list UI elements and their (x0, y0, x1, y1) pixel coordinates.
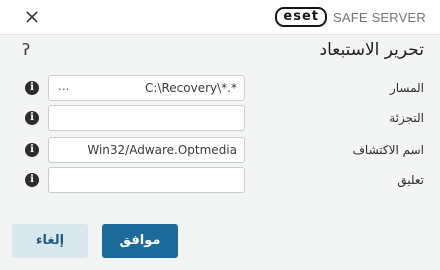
hash-label: التجزئة (389, 111, 424, 125)
eset-logo: eset (275, 7, 327, 27)
ok-button[interactable]: موافق (102, 224, 178, 258)
edit-exclusion-dialog: eset SAFE SERVER ʔ تحرير الاستبعاد i ...… (0, 0, 440, 270)
close-button[interactable] (21, 6, 43, 28)
path-field[interactable]: ... C:\Recovery\*.* (48, 75, 245, 101)
detection-name-field[interactable]: Win32/Adware.Optmedia (48, 137, 245, 163)
browse-button[interactable]: ... (58, 76, 69, 98)
comment-info-icon[interactable]: i (25, 173, 39, 187)
dialog-header: eset SAFE SERVER (0, 0, 440, 35)
brand: eset SAFE SERVER (275, 7, 426, 27)
help-question-icon[interactable]: ʔ (22, 40, 30, 59)
detection-name-label: اسم الاكتشاف (352, 143, 424, 157)
page-title: تحرير الاستبعاد (319, 40, 424, 60)
hash-field[interactable] (48, 105, 245, 131)
path-info-icon[interactable]: i (25, 81, 39, 95)
detection-info-icon[interactable]: i (25, 143, 39, 157)
path-value: C:\Recovery\*.* (145, 81, 237, 95)
hash-info-icon[interactable]: i (25, 111, 39, 125)
close-icon (26, 11, 38, 23)
comment-label: تعليق (397, 173, 424, 187)
product-name: SAFE SERVER (333, 9, 426, 25)
detection-name-value: Win32/Adware.Optmedia (87, 143, 237, 157)
cancel-button[interactable]: إلغاء (12, 224, 88, 258)
comment-field[interactable] (48, 167, 245, 193)
path-label: المسار (389, 81, 424, 95)
